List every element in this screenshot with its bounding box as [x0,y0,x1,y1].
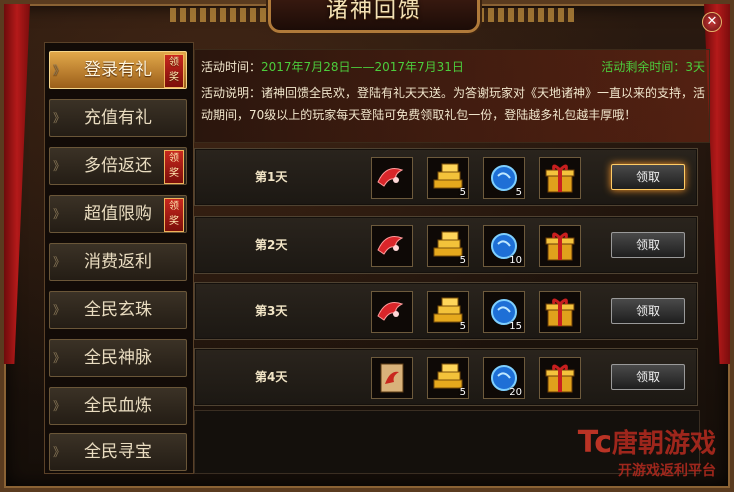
event-info-panel: 活动时间：2017年7月28日——2017年7月31日 活动剩余时间：3天 活动… [194,49,710,143]
sidebar-item-spend-rebate[interactable]: 消费返利 [49,243,187,281]
day-label: 第4天 [255,370,288,384]
day-row-2: 第2天 5 10 领取 [194,216,698,274]
event-time-label: 活动时间： [201,60,262,74]
item-count: 5 [459,387,466,398]
day-label: 第3天 [255,304,288,318]
event-description: 活动说明：诸神回馈全民欢，登陆有礼天天送。为答谢玩家对《天地诸神》一直以来的支持… [201,86,706,122]
gold-bars-icon[interactable]: 5 [427,357,469,399]
claim-badge: 领奖 [164,150,184,184]
gold-bars-icon[interactable]: 5 [427,225,469,267]
sidebar-item-label: 超值限购 [84,204,152,224]
claim-button[interactable]: 领取 [611,298,685,324]
claim-button[interactable]: 领取 [611,164,685,190]
sidebar-item-label: 充值有礼 [84,108,152,128]
watermark-logo: Tc唐朝游戏 开游戏返利平台 [578,423,716,480]
sidebar-item-multi-return[interactable]: 多倍返还 领奖 [49,147,187,185]
item-count: 5 [515,187,522,198]
item-count: 5 [459,255,466,266]
day-row-3: 第3天 5 15 领取 [194,282,698,340]
gift-box-icon[interactable] [539,225,581,267]
item-count: 10 [509,255,522,266]
gift-box-icon[interactable] [539,291,581,333]
claim-button[interactable]: 领取 [611,232,685,258]
red-wing-icon[interactable] [371,157,413,199]
day-label: 第2天 [255,238,288,252]
sidebar-item-label: 登录有礼 [84,60,152,80]
sidebar-item-limited-buy[interactable]: 超值限购 领奖 [49,195,187,233]
item-count: 15 [509,321,522,332]
gift-box-icon[interactable] [539,357,581,399]
gift-box-icon[interactable] [539,157,581,199]
item-count: 5 [459,187,466,198]
red-wing-icon[interactable] [371,225,413,267]
sidebar-item-shenmai[interactable]: 全民神脉 [49,339,187,377]
title-plate: 诸神回馈 [268,0,480,33]
claim-button[interactable]: 领取 [611,364,685,390]
watermark-subtext: 开游戏返利平台 [618,463,716,479]
sidebar-item-recharge-gift[interactable]: 充值有礼 [49,99,187,137]
sidebar-item-label: 全民寻宝 [84,442,152,462]
close-button[interactable]: ✕ [702,12,722,32]
sidebar-item-treasure-hunt[interactable]: 全民寻宝 [49,433,187,471]
sidebar-item-label: 多倍返还 [84,156,152,176]
scroll-icon[interactable] [371,357,413,399]
event-window: 诸神回馈 ✕ 登录有礼 领奖 充值有礼 多倍返还 领奖 超值限购 领奖 消费返利… [0,0,734,492]
day-row-1: 第1天 5 5 领取 [194,148,698,206]
sidebar-item-xuanzhu[interactable]: 全民玄珠 [49,291,187,329]
watermark-brand: Tc [577,425,612,460]
left-curtain-decoration [4,4,30,364]
sidebar: 登录有礼 领奖 充值有礼 多倍返还 领奖 超值限购 领奖 消费返利 全民玄珠 全… [44,42,194,474]
sidebar-item-login-gift[interactable]: 登录有礼 领奖 [49,51,187,89]
sidebar-item-label: 全民血炼 [84,396,152,416]
day-label: 第1天 [255,170,288,184]
sidebar-item-xuelian[interactable]: 全民血炼 [49,387,187,425]
gold-bars-icon[interactable]: 5 [427,157,469,199]
event-time-value: 2017年7月28日——2017年7月31日 [261,60,464,74]
item-count: 20 [509,387,522,398]
window-title: 诸神回馈 [325,0,422,23]
title-ornament-left [170,8,266,22]
watermark-text: 唐朝游戏 [611,429,716,459]
gold-bars-icon[interactable]: 5 [427,291,469,333]
sidebar-item-label: 消费返利 [84,252,152,272]
day-row-4: 第4天 5 20 领取 [194,348,698,406]
sidebar-item-label: 全民神脉 [84,348,152,368]
red-wing-icon[interactable] [371,291,413,333]
blue-orb-icon[interactable]: 10 [483,225,525,267]
blue-orb-icon[interactable]: 20 [483,357,525,399]
title-ornament-right [478,8,574,22]
blue-orb-icon[interactable]: 5 [483,157,525,199]
blue-orb-icon[interactable]: 15 [483,291,525,333]
event-time: 活动时间：2017年7月28日——2017年7月31日 [201,58,464,75]
event-remaining-time: 活动剩余时间：3天 [601,60,705,74]
claim-badge: 领奖 [164,54,184,88]
item-count: 5 [459,321,466,332]
claim-badge: 领奖 [164,198,184,232]
sidebar-item-label: 全民玄珠 [84,300,152,320]
